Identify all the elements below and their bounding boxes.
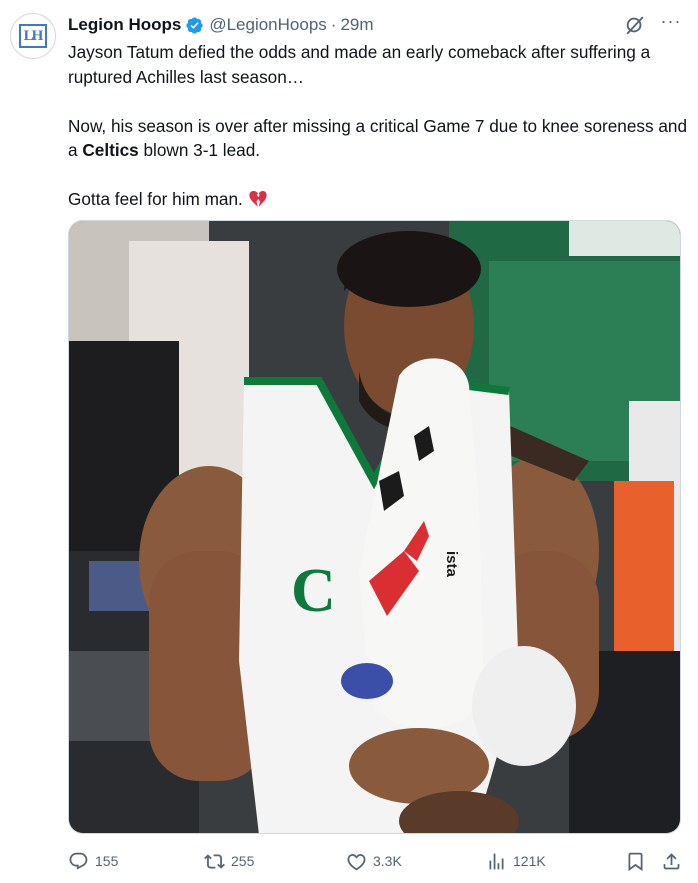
repost-count: 255 [231,853,255,869]
like-count: 3.3K [373,853,402,869]
tweet-action-bar: 155 255 3.3K 121K [64,848,694,874]
tweet-text: Jayson Tatum defied the odds and made an… [68,40,688,212]
repost-icon [204,853,225,869]
heart-icon [347,853,366,870]
tweet-text-segment: Gotta feel for him man. [68,189,243,209]
avatar-logo-text: LH [18,24,48,48]
analytics-icon [489,853,504,869]
more-options-icon[interactable]: ··· [660,12,682,36]
tweet-timestamp[interactable]: 29m [340,15,373,35]
separator-dot: · [330,15,337,34]
share-button[interactable] [661,848,682,874]
tweet-paragraph-1: Jayson Tatum defied the odds and made an… [68,42,651,87]
grok-icon[interactable] [624,14,646,36]
celtics-hashtag-text[interactable]: Celtics [82,140,138,160]
verified-badge-icon[interactable] [185,16,204,35]
jersey-letter: C [291,557,336,625]
bookmark-icon [628,852,643,871]
share-icon [663,852,680,869]
broken-heart-icon [248,190,267,207]
reply-button[interactable]: 155 [68,848,118,874]
views-button[interactable]: 121K [486,848,546,874]
like-button[interactable]: 3.3K [346,848,402,874]
tweet-paragraph-2: Now, his season is over after missing a … [68,114,688,163]
tweet-header: Legion Hoops @LegionHoops · 29m ··· [68,12,682,36]
view-count: 121K [513,853,546,869]
reply-icon [69,852,88,870]
reply-count: 155 [95,853,119,869]
player-photo-illustration: C ista [69,221,680,833]
author-handle[interactable]: @LegionHoops [209,15,326,35]
jersey-sponsor-text: ista [443,551,460,578]
tweet-text-segment: blown 3-1 lead. [138,140,261,160]
tweet-paragraph-3: Gotta feel for him man. [68,187,688,212]
author-avatar[interactable]: LH [10,13,56,59]
author-name[interactable]: Legion Hoops [68,15,181,35]
repost-button[interactable]: 255 [204,848,254,874]
tweet-photo[interactable]: C ista [68,220,681,834]
bookmark-button[interactable] [625,848,646,874]
